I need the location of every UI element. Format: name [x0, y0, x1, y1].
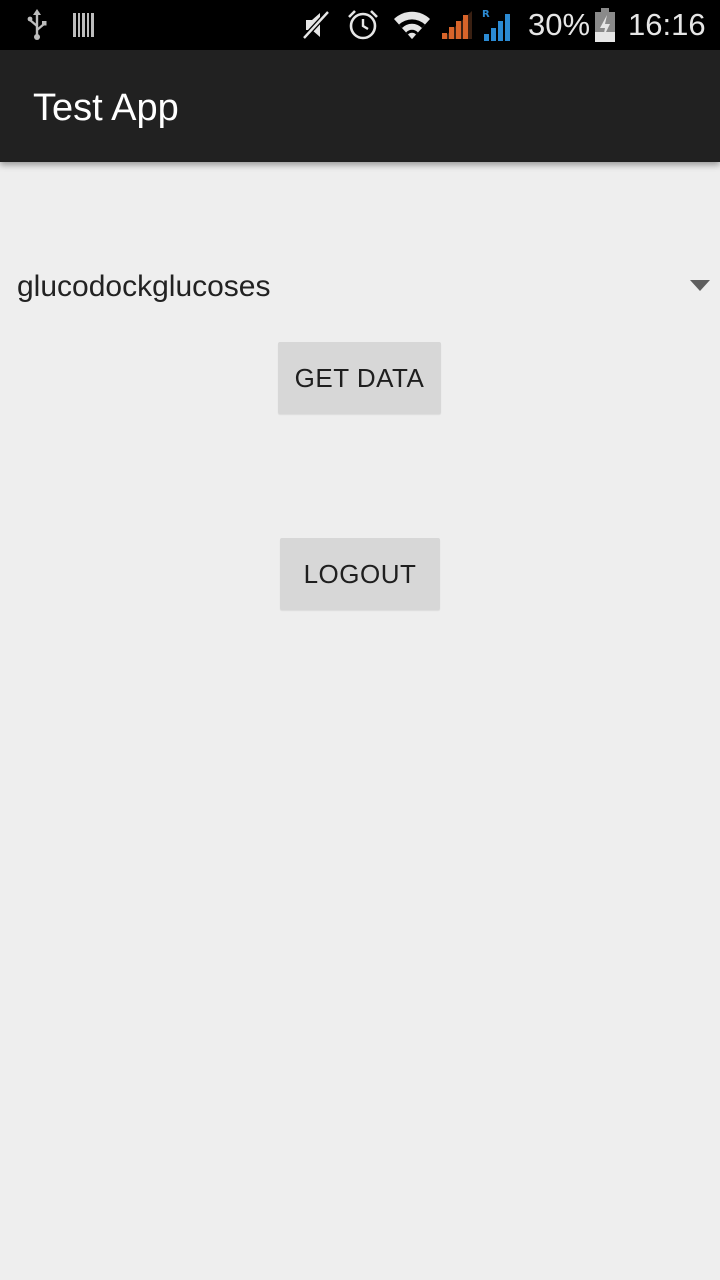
collection-spinner[interactable]: glucodockglucoses: [0, 252, 720, 324]
spinner-selected-value: glucodockglucoses: [17, 270, 271, 303]
signal-orange-icon: [440, 9, 474, 41]
logout-button[interactable]: LOGOUT: [280, 538, 440, 610]
app-title: Test App: [33, 87, 179, 129]
battery-charging-icon: [592, 8, 618, 42]
clock: 16:16: [628, 7, 706, 42]
mute-icon: [300, 9, 334, 41]
dropdown-triangle-icon: [690, 280, 710, 291]
status-bar: R 30% 16:16: [0, 0, 720, 50]
usb-icon: [26, 9, 48, 41]
barcode-icon: [72, 9, 96, 41]
signal-blue-roaming-icon: R: [480, 9, 516, 41]
battery-percent: 30%: [528, 7, 591, 42]
get-data-button[interactable]: GET DATA: [278, 342, 441, 414]
alarm-icon: [346, 9, 380, 41]
roaming-label: R: [482, 9, 490, 20]
action-bar: Test App: [0, 50, 720, 162]
wifi-icon: [392, 9, 432, 41]
